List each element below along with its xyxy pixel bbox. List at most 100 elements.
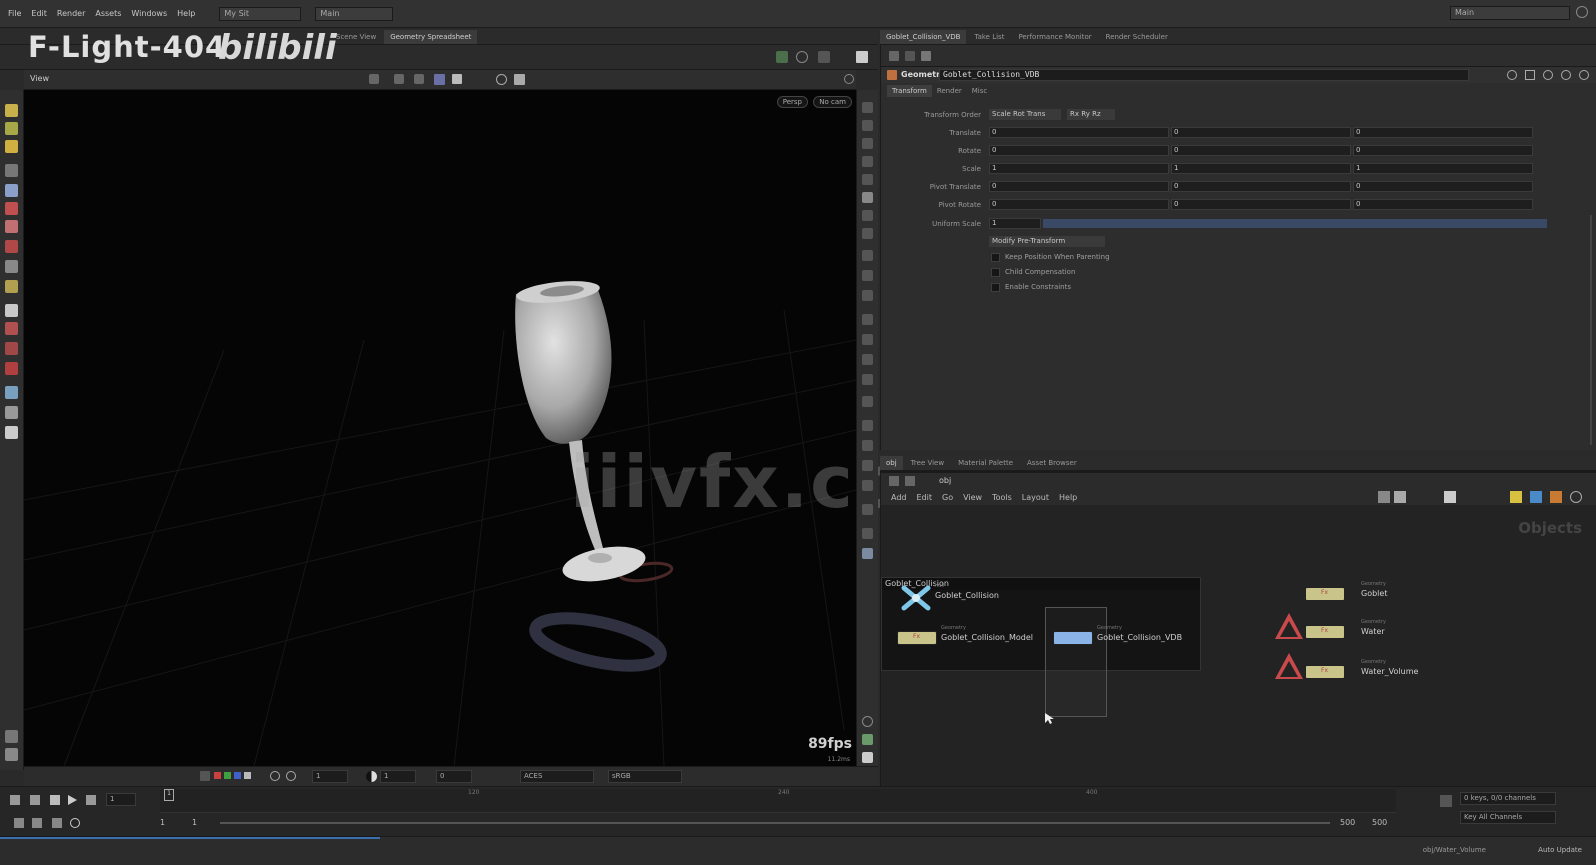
sculpt-tool-icon[interactable] (5, 240, 18, 253)
net-menu-view[interactable]: View (963, 493, 982, 502)
net-tools-icon[interactable] (1378, 491, 1390, 503)
pre-transform-menu[interactable]: Modify Pre-Transform (989, 236, 1105, 247)
search-icon[interactable] (1543, 70, 1553, 80)
points-icon[interactable] (862, 210, 873, 221)
gamma-icon[interactable] (286, 771, 296, 781)
info-circle-icon[interactable] (1561, 70, 1571, 80)
templates-icon[interactable] (862, 174, 873, 185)
info-icon[interactable] (862, 716, 873, 727)
keep-position-checkbox[interactable] (991, 253, 1000, 262)
tab-performance-monitor[interactable]: Performance Monitor (1012, 30, 1097, 44)
record-icon[interactable] (70, 818, 80, 828)
frame-selected-icon[interactable] (862, 120, 873, 131)
menu-edit[interactable]: Edit (31, 9, 47, 18)
auto-update-button[interactable]: Auto Update (1538, 846, 1582, 854)
desktop-right-select[interactable]: Main (1450, 6, 1570, 20)
camera-icon[interactable] (796, 51, 808, 63)
tab-material-palette[interactable]: Material Palette (952, 456, 1019, 470)
rotate-tool-icon[interactable] (5, 140, 18, 153)
brush-tool-icon[interactable] (5, 202, 18, 215)
viewport[interactable]: Persp No cam 89fps 11.2ms (24, 90, 856, 766)
normals-icon[interactable] (862, 228, 873, 239)
desktop-select[interactable]: My Sit (219, 6, 302, 21)
stop-icon[interactable] (50, 795, 60, 805)
param-scrollbar[interactable] (1590, 215, 1592, 445)
display-icon[interactable] (862, 440, 873, 451)
net-menu-add[interactable]: Add (891, 493, 907, 502)
net-layout-icon[interactable] (1394, 491, 1406, 503)
child-compensation-checkbox[interactable] (991, 268, 1000, 277)
scale-y-field[interactable]: 1 (1171, 163, 1351, 174)
water-volume-node-label[interactable]: Water_Volume (1361, 667, 1418, 676)
lock-camera-icon[interactable] (862, 138, 873, 149)
channel-icon[interactable] (200, 771, 210, 781)
scale-x-field[interactable]: 1 (989, 163, 1169, 174)
range-end-b[interactable]: 500 (1372, 818, 1387, 827)
menu-render[interactable]: Render (57, 9, 85, 18)
tab-tree-view[interactable]: Tree View (905, 456, 950, 470)
tab-scene-view[interactable]: Scene View (330, 30, 382, 44)
paint-tool-icon[interactable] (5, 220, 18, 233)
shade-icon[interactable] (862, 460, 873, 471)
net-menu-help[interactable]: Help (1059, 493, 1077, 502)
alpha-channel-icon[interactable] (244, 772, 251, 779)
pivot-translate-y-field[interactable]: 0 (1171, 181, 1351, 192)
rotate-z-field[interactable]: 0 (1353, 145, 1533, 156)
translate-x-field[interactable]: 0 (989, 127, 1169, 138)
pointer-tool-icon[interactable] (5, 164, 18, 177)
transform-order-select[interactable]: Scale Rot Trans (989, 109, 1061, 120)
gear-icon[interactable] (1507, 70, 1517, 80)
tab-transform[interactable]: Transform (887, 85, 932, 97)
persp-button[interactable]: Persp (776, 96, 808, 108)
network-editor[interactable]: obj Add Edit Go View Tools Layout Help O… (880, 471, 1596, 786)
rotate-x-field[interactable]: 0 (989, 145, 1169, 156)
null-node-icon[interactable] (901, 585, 931, 611)
scale-z-field[interactable]: 1 (1353, 163, 1533, 174)
select-tool-icon[interactable] (5, 104, 18, 117)
key-all-channels-button[interactable]: Key All Channels (1460, 811, 1556, 824)
geo-node-vdb[interactable] (1053, 631, 1093, 645)
bookmark-icon[interactable] (1525, 70, 1535, 80)
net-flags-icon[interactable] (1530, 491, 1542, 503)
lights-icon[interactable] (496, 74, 507, 85)
colorspace-select[interactable]: ACES (520, 770, 594, 783)
pose-tool-icon[interactable] (5, 260, 18, 273)
back-icon[interactable] (889, 51, 899, 61)
zoom-icon[interactable] (270, 771, 280, 781)
net-back-icon[interactable] (889, 476, 899, 486)
home-view-icon[interactable] (862, 102, 873, 113)
range-start-b[interactable]: 1 (192, 818, 197, 827)
null-node-label[interactable]: Goblet_Collision (935, 591, 999, 600)
playhead[interactable]: 1 (164, 789, 174, 801)
background-image-icon[interactable] (862, 480, 873, 491)
tab-take-list[interactable]: Take List (968, 30, 1010, 44)
realtime-icon[interactable] (14, 818, 24, 828)
enable-constraints-checkbox[interactable] (991, 283, 1000, 292)
point-numbers-icon[interactable] (862, 270, 873, 281)
layout-icon[interactable] (862, 504, 873, 515)
node-name-field[interactable]: Goblet_Collision_VDB (939, 69, 1469, 81)
rotate-order-select[interactable]: Rx Ry Rz (1067, 109, 1115, 120)
net-menu-edit[interactable]: Edit (917, 493, 933, 502)
flipbook-icon[interactable] (862, 528, 873, 539)
workplane-tool-icon[interactable] (5, 386, 18, 399)
wrangle-tool-icon[interactable] (5, 426, 18, 439)
green-channel-icon[interactable] (224, 772, 231, 779)
edges-icon[interactable] (862, 314, 873, 325)
pivot-rotate-x-field[interactable]: 0 (989, 199, 1169, 210)
menu-help[interactable]: Help (177, 9, 195, 18)
display-options-icon[interactable] (776, 51, 788, 63)
desktop-main-select[interactable]: Main (315, 6, 394, 21)
vertex-icon[interactable] (862, 290, 873, 301)
magnet-b-tool-icon[interactable] (5, 342, 18, 355)
tab-render[interactable]: Render (932, 85, 967, 97)
red-channel-icon[interactable] (214, 772, 221, 779)
pivot-rotate-y-field[interactable]: 0 (1171, 199, 1351, 210)
contrast-icon[interactable] (366, 771, 377, 782)
jump-end-icon[interactable] (86, 795, 96, 805)
tab-geometry-spreadsheet[interactable]: Geometry Spreadsheet (384, 29, 478, 44)
visualizer-icon[interactable] (862, 374, 873, 385)
translate-y-field[interactable]: 0 (1171, 127, 1351, 138)
menu-assets[interactable]: Assets (95, 9, 121, 18)
uv-icon[interactable] (862, 334, 873, 345)
